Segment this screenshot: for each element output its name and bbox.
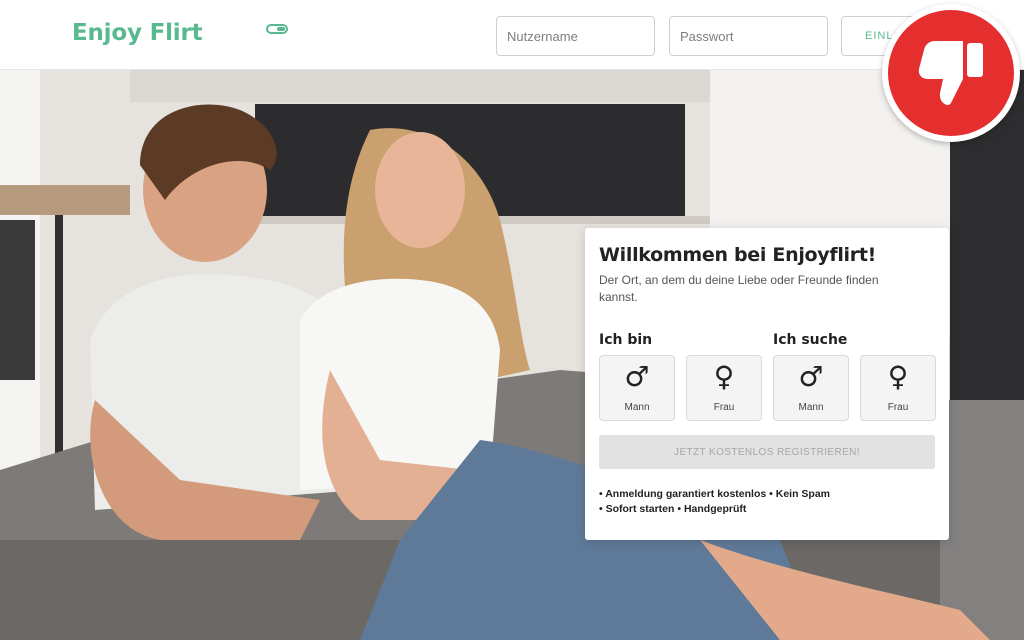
username-input[interactable] xyxy=(496,16,655,56)
male-symbol-icon: ♂ xyxy=(624,360,650,393)
signup-card: Willkommen bei Enjoyflirt! Der Ort, an d… xyxy=(585,228,949,540)
seeking-male-button[interactable]: ♂ Mann xyxy=(773,355,849,421)
signup-subtitle: Der Ort, an dem du deine Liebe oder Freu… xyxy=(599,273,879,304)
female-symbol-icon: ♀ xyxy=(887,360,909,393)
female-symbol-icon: ♀ xyxy=(713,360,735,393)
gender-option-label: Mann xyxy=(798,402,824,413)
password-input[interactable] xyxy=(669,16,828,56)
features-list: • Anmeldung garantiert kostenlos • Kein … xyxy=(599,487,830,517)
site-header: Enjoy Flirt EINLOGGEN xyxy=(0,0,1024,70)
seeking-label: Ich suche xyxy=(773,332,848,348)
logo[interactable]: Enjoy Flirt xyxy=(72,20,288,46)
i-am-male-button[interactable]: ♂ Mann xyxy=(599,355,675,421)
rating-badge xyxy=(882,4,1020,142)
gender-option-label: Frau xyxy=(713,402,735,413)
gender-option-label: Mann xyxy=(624,402,650,413)
i-am-label: Ich bin xyxy=(599,332,653,348)
gender-option-label: Frau xyxy=(887,402,909,413)
i-am-female-button[interactable]: ♀ Frau xyxy=(686,355,762,421)
seeking-female-button[interactable]: ♀ Frau xyxy=(860,355,936,421)
thumbs-down-icon xyxy=(918,41,983,105)
signup-title: Willkommen bei Enjoyflirt! xyxy=(599,244,876,266)
logo-text: Enjoy Flirt xyxy=(72,20,203,46)
male-symbol-icon: ♂ xyxy=(798,360,824,393)
chat-bubble-icon xyxy=(266,24,288,34)
features-line: • Sofort starten • Handgeprüft xyxy=(599,503,747,515)
features-line: • Anmeldung garantiert kostenlos • Kein … xyxy=(599,488,830,500)
register-button[interactable]: JETZT KOSTENLOS REGISTRIEREN! xyxy=(599,435,935,469)
